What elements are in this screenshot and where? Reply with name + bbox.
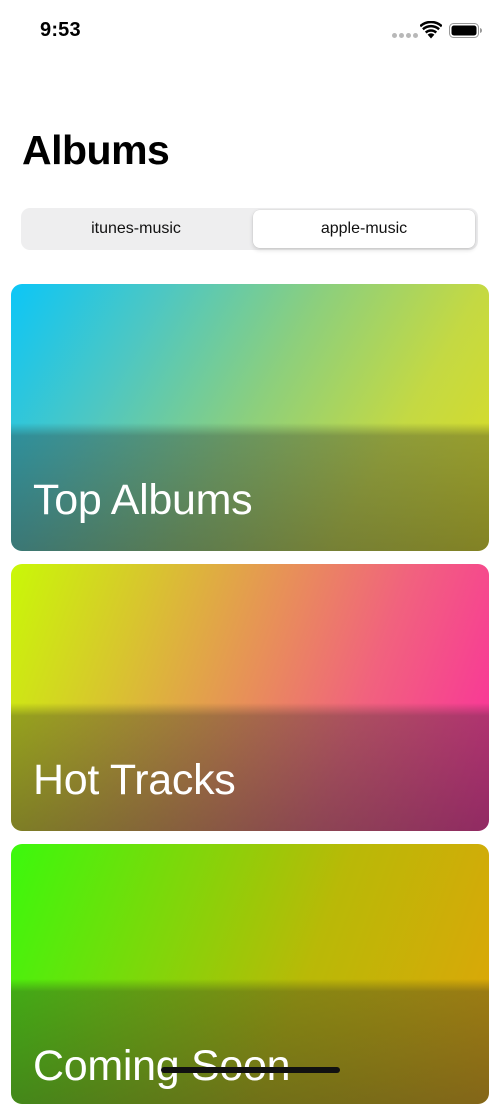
home-indicator[interactable] [161, 1067, 340, 1073]
signal-dots-icon [392, 33, 418, 38]
card-hot-tracks[interactable]: Hot Tracks [11, 564, 489, 831]
segmented-control: itunes-music apple-music [21, 208, 478, 250]
battery-icon [449, 23, 482, 38]
card-title: Hot Tracks [33, 756, 236, 804]
status-bar: 9:53 [0, 0, 500, 60]
page-title: Albums [22, 127, 170, 173]
segment-apple-music[interactable]: apple-music [253, 210, 475, 248]
segment-itunes-music[interactable]: itunes-music [23, 210, 249, 248]
card-coming-soon[interactable]: Coming Soon [11, 844, 489, 1104]
wifi-icon [420, 21, 442, 39]
card-top-albums[interactable]: Top Albums [11, 284, 489, 551]
status-time: 9:53 [40, 19, 81, 41]
card-title: Top Albums [33, 476, 253, 524]
